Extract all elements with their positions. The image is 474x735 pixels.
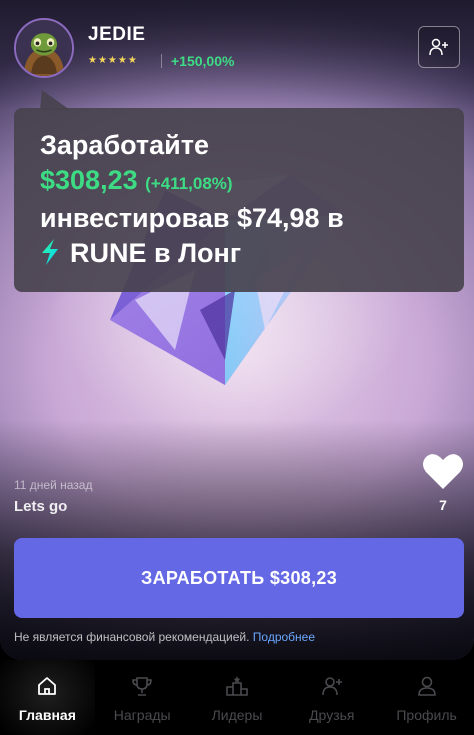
like-button[interactable]: 7 <box>422 452 464 513</box>
nav-item-friends[interactable]: Друзья <box>284 660 379 735</box>
username[interactable]: JEDIE <box>88 24 145 46</box>
nav-label-home: Главная <box>18 707 76 723</box>
nav-item-leaders[interactable]: Лидеры <box>190 660 285 735</box>
disclaimer-more-link[interactable]: Подробнее <box>253 630 315 644</box>
nav-item-home[interactable]: Главная <box>0 660 95 735</box>
trophy-icon <box>132 677 152 696</box>
promo-asset-line: RUNE в Лонг <box>70 238 242 268</box>
promo-line-1: Заработайте <box>40 130 210 160</box>
alien-avatar[interactable] <box>14 18 74 78</box>
podium-icon <box>226 676 248 696</box>
promo-amount: $308,23 <box>40 165 138 195</box>
promo-line-2: $308,23 (+411,08%) <box>40 163 438 201</box>
post-meta: 11 дней назад Lets go <box>14 478 92 515</box>
bottom-nav: Главная Награды Лидеры Друзья Профиль <box>0 660 474 735</box>
bubble-tail <box>40 90 70 110</box>
promo-bubble: Заработайте $308,23 (+411,08%) инвестиро… <box>14 108 464 292</box>
feed-card: JEDIE ★★★★★ +150,00% Заработайте $308,23… <box>0 0 474 660</box>
nav-label-rewards: Награды <box>113 707 171 723</box>
disclaimer-text: Не является финансовой рекомендацией. <box>14 630 250 644</box>
add-user-icon <box>321 677 342 696</box>
heart-icon[interactable] <box>422 452 464 490</box>
promo-line-4: RUNE в Лонг <box>40 236 438 271</box>
home-icon <box>38 677 57 695</box>
promo-amount-pct: (+411,08%) <box>145 174 233 193</box>
promo-line-3: инвестировав $74,98 в <box>40 203 344 233</box>
user-icon <box>417 676 436 696</box>
divider <box>161 54 162 68</box>
nav-item-profile[interactable]: Профиль <box>379 660 474 735</box>
nav-label-leaders: Лидеры <box>211 707 263 723</box>
add-friend-button[interactable] <box>418 26 460 68</box>
profile-header: JEDIE ★★★★★ +150,00% <box>14 18 460 78</box>
nav-item-rewards[interactable]: Награды <box>95 660 190 735</box>
profile-gain: +150,00% <box>171 53 235 69</box>
post-time: 11 дней назад <box>14 478 93 492</box>
post-text: Lets go <box>14 498 68 515</box>
disclaimer: Не является финансовой рекомендацией. По… <box>14 630 315 644</box>
nav-label-profile: Профиль <box>396 707 457 723</box>
rating-stars: ★★★★★ <box>88 55 138 66</box>
add-user-icon <box>429 38 448 56</box>
thorchain-bolt-icon <box>42 238 58 265</box>
nav-label-friends: Друзья <box>309 707 355 723</box>
like-count: 7 <box>439 497 447 513</box>
earn-button[interactable]: ЗАРАБОТАТЬ $308,23 <box>14 538 464 618</box>
